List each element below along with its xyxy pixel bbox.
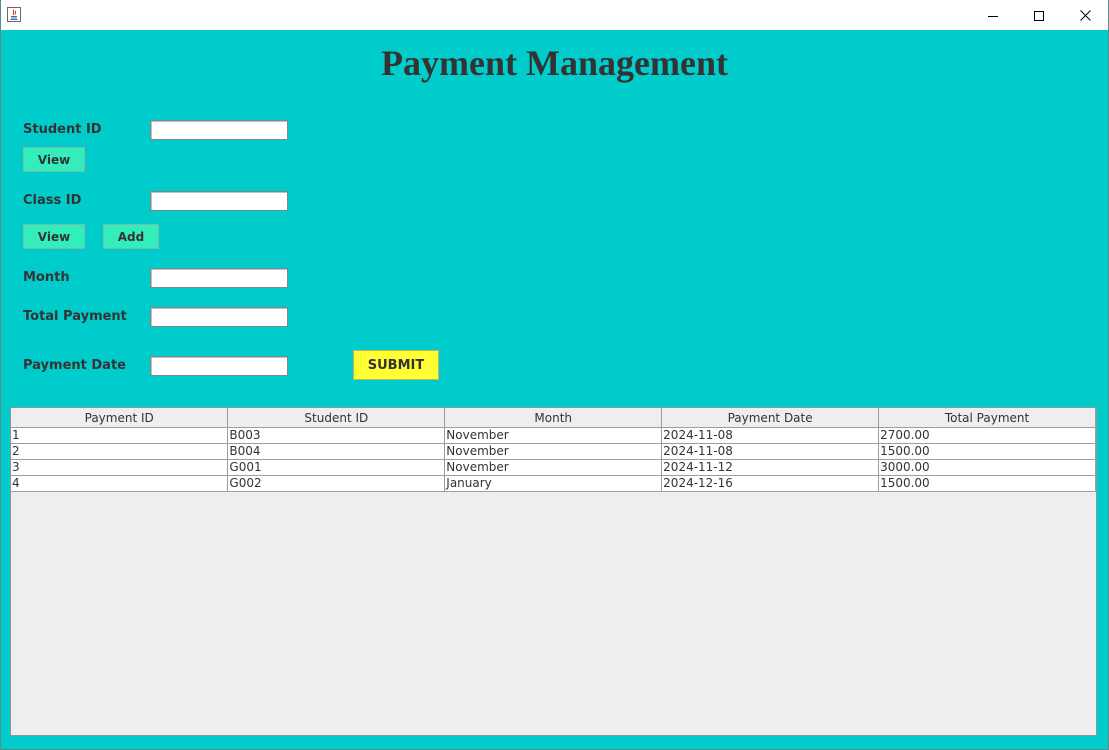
minimize-button[interactable] [970, 0, 1016, 30]
cell-month: November [444, 459, 663, 476]
cell-total-payment: 1500.00 [878, 475, 1096, 492]
column-header-total-payment[interactable]: Total Payment [878, 408, 1096, 428]
column-header-student-id[interactable]: Student ID [227, 408, 446, 428]
cell-student-id: G001 [227, 459, 446, 476]
minimize-icon [988, 6, 998, 25]
title-bar [1, 0, 1108, 30]
cell-total-payment: 2700.00 [878, 427, 1096, 444]
submit-button[interactable]: SUBMIT [353, 350, 439, 380]
column-header-payment-date[interactable]: Payment Date [661, 408, 880, 428]
month-label: Month [23, 270, 70, 285]
cell-payment-id: 4 [11, 475, 229, 492]
cell-payment-date: 2024-11-08 [661, 443, 880, 460]
student-id-label: Student ID [23, 122, 102, 137]
cell-payment-date: 2024-12-16 [661, 475, 880, 492]
table-row[interactable]: 2 B004 November 2024-11-08 1500.00 [11, 443, 1096, 460]
table-row[interactable]: 4 G002 January 2024-12-16 1500.00 [11, 475, 1096, 492]
payment-date-field[interactable] [150, 356, 288, 376]
cell-total-payment: 1500.00 [878, 443, 1096, 460]
view-student-button[interactable]: View [23, 147, 85, 172]
column-header-payment-id[interactable]: Payment ID [11, 408, 229, 428]
add-class-button[interactable]: Add [103, 224, 159, 249]
payments-grid: Payment ID Student ID Month Payment Date… [11, 408, 1096, 492]
cell-student-id: B003 [227, 427, 446, 444]
page-title: Payment Management [381, 43, 728, 83]
maximize-button[interactable] [1016, 0, 1062, 30]
month-field[interactable] [150, 268, 288, 288]
cell-payment-id: 1 [11, 427, 229, 444]
cell-payment-id: 3 [11, 459, 229, 476]
total-payment-field[interactable] [150, 307, 288, 327]
table-header-row: Payment ID Student ID Month Payment Date… [11, 408, 1096, 428]
table-row[interactable]: 3 G001 November 2024-11-12 3000.00 [11, 459, 1096, 476]
close-button[interactable] [1062, 0, 1108, 30]
table-row[interactable]: 1 B003 November 2024-11-08 2700.00 [11, 427, 1096, 444]
cell-payment-date: 2024-11-08 [661, 427, 880, 444]
cell-payment-id: 2 [11, 443, 229, 460]
app-window: Payment Management Student ID View Class… [0, 0, 1109, 750]
total-payment-label: Total Payment [23, 309, 127, 324]
cell-student-id: B004 [227, 443, 446, 460]
cell-payment-date: 2024-11-12 [661, 459, 880, 476]
payments-table[interactable]: Payment ID Student ID Month Payment Date… [10, 407, 1097, 736]
student-id-field[interactable] [150, 120, 288, 140]
payment-date-label: Payment Date [23, 358, 126, 373]
close-icon [1079, 6, 1091, 25]
class-id-label: Class ID [23, 193, 82, 208]
class-id-field[interactable] [150, 191, 288, 211]
cell-total-payment: 3000.00 [878, 459, 1096, 476]
cell-month: November [444, 443, 663, 460]
cell-month: January [444, 475, 663, 492]
view-class-button[interactable]: View [23, 224, 85, 249]
cell-month: November [444, 427, 663, 444]
column-header-month[interactable]: Month [444, 408, 663, 428]
cell-student-id: G002 [227, 475, 446, 492]
java-icon [7, 7, 21, 22]
maximize-icon [1034, 6, 1044, 25]
